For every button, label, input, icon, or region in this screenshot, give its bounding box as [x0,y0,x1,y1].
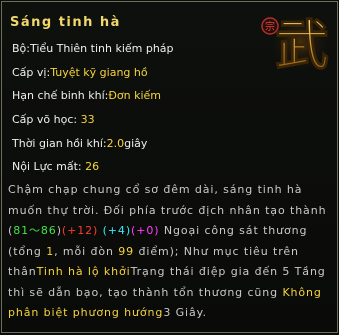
damage-per-hit: 99 [118,244,135,258]
sect-value: Tiểu Thiên tinh kiếm pháp [29,42,174,55]
level-value: 33 [80,113,95,126]
skill-tooltip: Sáng tinh hà 宗 武 Bộ:Tiểu Thiên tinh kiếm… [1,1,338,333]
cooldown-line: Thời gian hồi khí:2.0giây [12,137,147,150]
rank-line: Cấp vị:Tuyệt kỹ giang hồ [12,66,148,79]
cooldown-value: 2.0 [106,137,125,150]
desc-text-3: , mỗi đòn [54,244,119,258]
mana-line: Nội Lực mất: 26 [12,160,99,173]
sect-line: Bộ:Tiểu Thiên tinh kiếm pháp [12,42,174,55]
level-label: Cấp võ học: [12,113,81,126]
emblem-char: 武 [275,13,329,76]
cooldown-unit: giây [124,137,148,150]
mana-value: 26 [85,160,100,173]
weapon-value: Đơn kiếm [108,89,161,102]
rank-label: Cấp vị: [12,66,51,79]
cooldown-label: Thời gian hồi khí: [12,137,107,150]
mana-label: Nội Lực mất: [12,160,86,173]
status-name: Tinh hà lộ khởi [36,265,131,278]
damage-range: 81～86 [13,224,57,237]
level-line: Cấp võ học: 33 [12,113,95,126]
bonus-cyan: (+4) [102,224,132,237]
skill-description: Chậm chạp chung cổ sơ đêm dài, sáng tinh… [8,180,333,324]
desc-text-6: Giây. [171,306,207,319]
rank-value: Tuyệt kỹ giang hồ [50,66,148,79]
weapon-line: Hạn chế binh khí:Đơn kiếm [12,89,161,102]
bonus-magenta: (+0) [131,224,160,237]
seal-char: 宗 [265,20,275,33]
martial-emblem-icon: 宗 武 [261,10,334,76]
sect-label: Bộ: [12,42,30,55]
skill-name: Sáng tinh hà [10,15,121,30]
total-hits: 1 [46,244,55,258]
bonus-red: (+12) [61,224,99,237]
weapon-label: Hạn chế binh khí: [12,89,109,102]
